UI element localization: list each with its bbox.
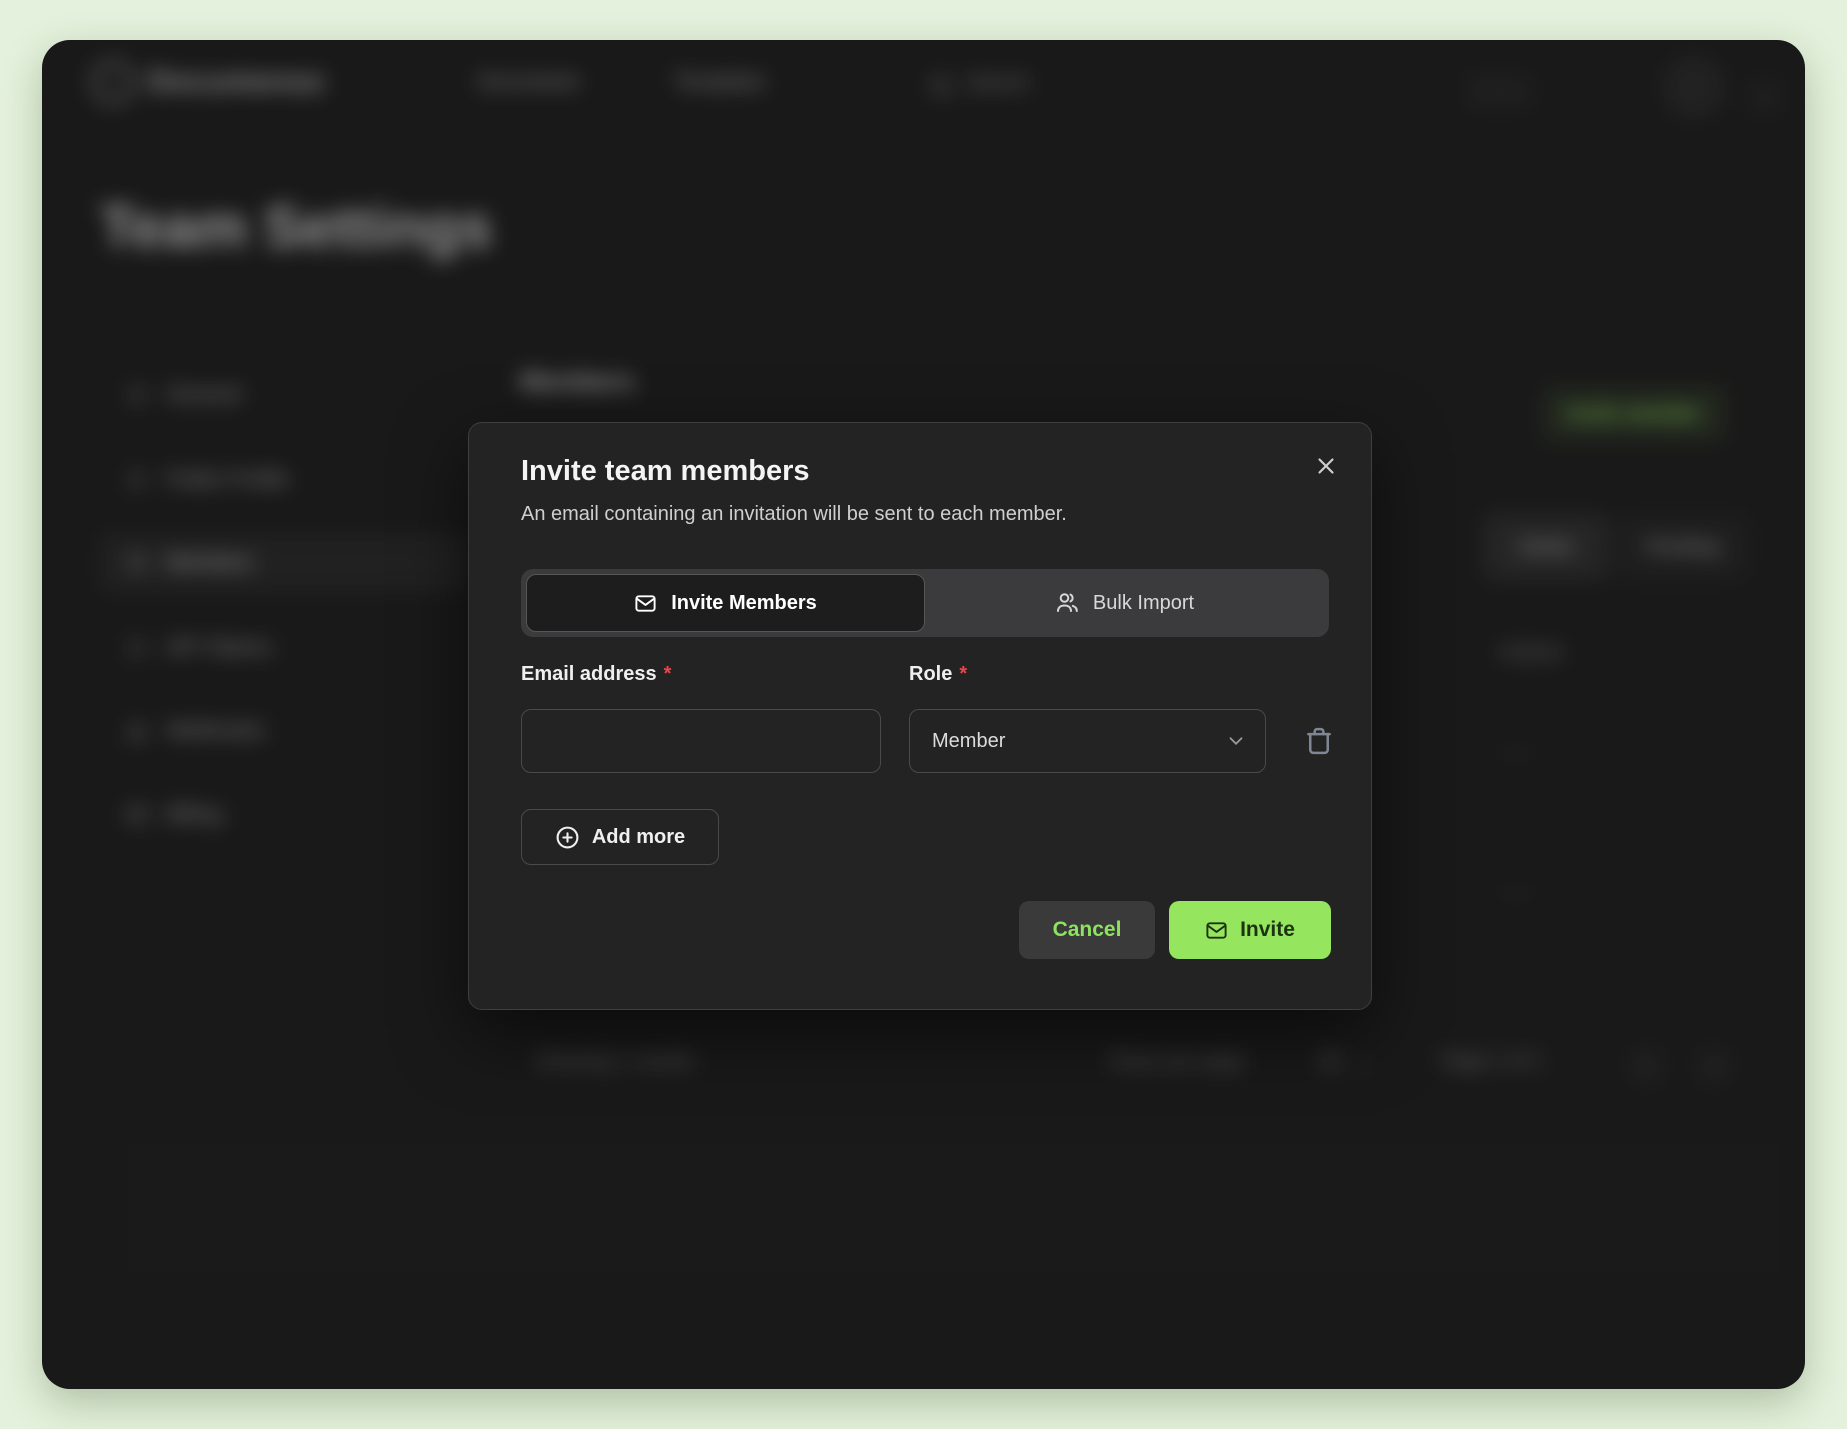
chevron-down-icon [1225, 730, 1247, 752]
invite-button-label: Invite [1240, 918, 1295, 942]
users-icon [1055, 591, 1079, 615]
tab-label: Invite Members [671, 592, 817, 615]
role-selected-value: Member [932, 730, 1225, 753]
dialog-subtitle: An email containing an invitation will b… [521, 503, 1067, 526]
add-more-label: Add more [592, 826, 685, 849]
cancel-button[interactable]: Cancel [1019, 901, 1155, 959]
mail-icon [634, 592, 657, 615]
tab-invite-members[interactable]: Invite Members [526, 574, 925, 632]
role-label: Role* [909, 663, 967, 686]
plus-circle-icon [555, 825, 580, 850]
mail-icon [1205, 919, 1228, 942]
email-address-label: Email address* [521, 663, 671, 686]
tab-label: Bulk Import [1093, 592, 1194, 615]
dialog-title: Invite team members [521, 455, 810, 488]
email-field[interactable] [521, 709, 881, 773]
invite-mode-tabbar: Invite Members Bulk Import [521, 569, 1329, 637]
role-select[interactable]: Member [909, 709, 1266, 773]
trash-icon [1304, 726, 1334, 756]
invite-button[interactable]: Invite [1169, 901, 1331, 959]
required-marker: * [959, 663, 967, 685]
required-marker: * [664, 663, 672, 685]
remove-row-button[interactable] [1297, 719, 1341, 763]
add-more-button[interactable]: Add more [521, 809, 719, 865]
tab-bulk-import[interactable]: Bulk Import [925, 574, 1324, 632]
close-icon[interactable] [1309, 449, 1343, 483]
invite-team-members-dialog: Invite team members An email containing … [468, 422, 1372, 1010]
